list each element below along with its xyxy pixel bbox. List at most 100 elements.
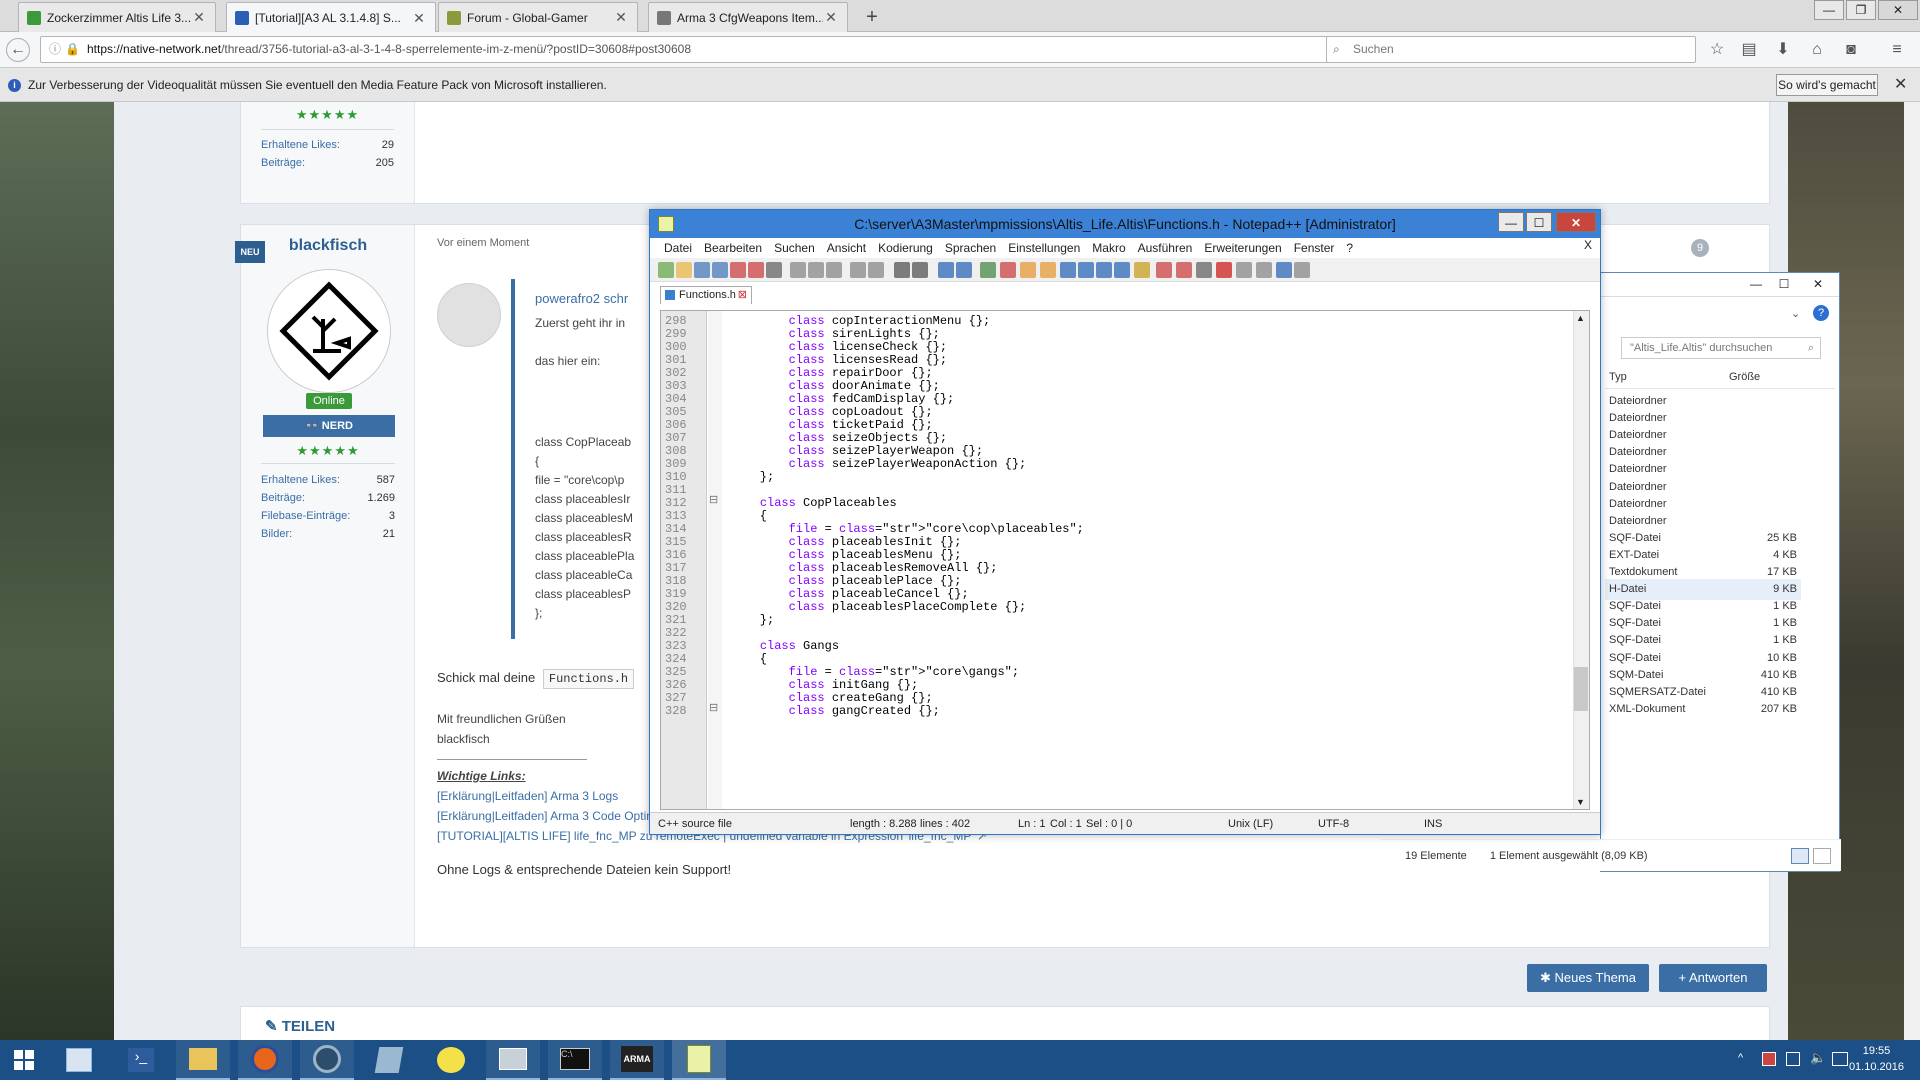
- monitor-icon[interactable]: [1134, 262, 1150, 278]
- npp-menu-item[interactable]: Fenster: [1288, 238, 1341, 258]
- close-tab-icon[interactable]: ⊠: [738, 287, 747, 303]
- taskbar-clock[interactable]: 19:55 01.10.2016: [1849, 1043, 1904, 1075]
- back-arrow-icon[interactable]: ←: [6, 38, 30, 62]
- paste-icon[interactable]: [826, 262, 842, 278]
- npp-tab-functions-h[interactable]: Functions.h ⊠: [660, 286, 752, 304]
- explorer-file-row[interactable]: XML-Dokument 207 KB: [1605, 699, 1801, 720]
- username-link[interactable]: blackfisch: [241, 237, 415, 255]
- share-heading[interactable]: ✎ TEILEN: [265, 1017, 335, 1035]
- page-scrollbar[interactable]: [1904, 102, 1920, 1040]
- fold-toggle-icon[interactable]: ⊟: [709, 701, 718, 714]
- save-icon[interactable]: [694, 262, 710, 278]
- tray-volume-icon[interactable]: 🔈: [1810, 1050, 1826, 1066]
- tray-keyboard-icon[interactable]: [1832, 1052, 1848, 1066]
- pocket-icon[interactable]: ◙: [1838, 38, 1864, 62]
- replace-icon[interactable]: [912, 262, 928, 278]
- tray-chevron-up-icon[interactable]: ^: [1738, 1052, 1743, 1064]
- close-icon[interactable]: [730, 262, 746, 278]
- run-macro-icon[interactable]: [1216, 262, 1232, 278]
- column-type[interactable]: Typ: [1609, 371, 1627, 383]
- spell-icon[interactable]: [1256, 262, 1272, 278]
- plugin-icon[interactable]: [1294, 262, 1310, 278]
- explorer-maximize-button[interactable]: ☐: [1771, 275, 1797, 293]
- stop-macro-icon[interactable]: [1176, 262, 1192, 278]
- new-topic-button[interactable]: ✱ Neues Thema: [1527, 964, 1649, 992]
- npp-menu-item[interactable]: Kodierung: [872, 238, 939, 258]
- npp-menu-item[interactable]: Erweiterungen: [1198, 238, 1287, 258]
- how-to-button[interactable]: So wird's gemacht: [1776, 74, 1878, 96]
- info-icon[interactable]: ⓘ: [49, 37, 61, 62]
- compare-icon[interactable]: [1276, 262, 1292, 278]
- zoom-in-icon[interactable]: [938, 262, 954, 278]
- reply-button[interactable]: + Antworten: [1659, 964, 1767, 992]
- folder-workspace-icon[interactable]: [1114, 262, 1130, 278]
- new-tab-button[interactable]: +: [858, 4, 886, 30]
- large-icons-view-icon[interactable]: [1813, 848, 1831, 864]
- close-document-icon[interactable]: X: [1584, 238, 1592, 252]
- taskbar-notepad-plus-plus[interactable]: [672, 1040, 726, 1080]
- npp-menu-item[interactable]: Makro: [1086, 238, 1131, 258]
- indent-guide-icon[interactable]: [1060, 262, 1076, 278]
- copy-icon[interactable]: [808, 262, 824, 278]
- home-icon[interactable]: ⌂: [1804, 38, 1830, 62]
- sync-h-icon[interactable]: [1000, 262, 1016, 278]
- scrollbar-thumb[interactable]: [1574, 667, 1588, 711]
- bookmark-star-icon[interactable]: ☆: [1704, 38, 1730, 62]
- taskbar-notepad[interactable]: [362, 1040, 416, 1080]
- chevron-down-icon[interactable]: ⌄: [1791, 307, 1800, 320]
- close-all-icon[interactable]: [748, 262, 764, 278]
- tray-network-icon[interactable]: [1786, 1052, 1800, 1066]
- explorer-search-input[interactable]: "Altis_Life.Altis" durchsuchen ⌕: [1621, 337, 1821, 359]
- details-view-icon[interactable]: [1791, 848, 1809, 864]
- save-all-icon[interactable]: [712, 262, 728, 278]
- npp-editor[interactable]: 298 class copInteractionMenu {}; 299 clas…: [660, 310, 1590, 810]
- close-tab-icon[interactable]: ✕: [823, 9, 839, 26]
- doc-map-icon[interactable]: [1078, 262, 1094, 278]
- npp-menu-item[interactable]: Datei: [658, 238, 698, 258]
- close-tab-icon[interactable]: ✕: [191, 9, 207, 26]
- npp-maximize-button[interactable]: ☐: [1526, 212, 1552, 232]
- scroll-up-icon[interactable]: ▲: [1576, 313, 1585, 323]
- print-icon[interactable]: [766, 262, 782, 278]
- help-icon[interactable]: ?: [1813, 305, 1829, 321]
- tab-tutorial[interactable]: [Tutorial][A3 AL 3.1.4.8] S... ✕: [226, 2, 436, 33]
- close-tab-icon[interactable]: ✕: [613, 9, 629, 26]
- post-number-badge[interactable]: 9: [1691, 239, 1709, 257]
- code-line[interactable]: 328 class gangCreated {};: [661, 703, 1561, 719]
- explorer-minimize-button[interactable]: —: [1743, 275, 1769, 293]
- taskbar-teamspeak[interactable]: [300, 1040, 354, 1080]
- window-restore-button[interactable]: ❐: [1846, 0, 1876, 20]
- npp-menu-item[interactable]: Ansicht: [821, 238, 872, 258]
- encoding[interactable]: UTF-8: [1318, 813, 1349, 835]
- post-time[interactable]: Vor einem Moment: [437, 237, 529, 249]
- column-size[interactable]: Größe: [1729, 371, 1760, 383]
- close-icon[interactable]: ✕: [1894, 68, 1907, 102]
- npp-menu-item[interactable]: Sprachen: [939, 238, 1002, 258]
- scroll-down-icon[interactable]: ▼: [1576, 797, 1585, 807]
- play-macro-icon[interactable]: [1196, 262, 1212, 278]
- search-input[interactable]: ⌕ Suchen: [1326, 36, 1696, 63]
- zoom-out-icon[interactable]: [956, 262, 972, 278]
- npp-menu-item[interactable]: Ausführen: [1132, 238, 1199, 258]
- reading-list-icon[interactable]: ▤: [1736, 38, 1762, 62]
- new-file-icon[interactable]: [658, 262, 674, 278]
- show-all-icon[interactable]: [1040, 262, 1056, 278]
- taskbar-cmd[interactable]: C:\: [548, 1040, 602, 1080]
- fold-toggle-icon[interactable]: ⊟: [709, 493, 718, 506]
- close-tab-icon[interactable]: ✕: [411, 10, 427, 27]
- url-bar[interactable]: ⓘ 🔒 https://native-network.net/thread/37…: [40, 36, 1352, 63]
- undo-icon[interactable]: [850, 262, 866, 278]
- function-list-icon[interactable]: [1096, 262, 1112, 278]
- editor-scrollbar[interactable]: ▲ ▼: [1573, 311, 1589, 809]
- save-macro-icon[interactable]: [1236, 262, 1252, 278]
- tab-cfgweapons[interactable]: Arma 3 CfgWeapons Item... ✕: [648, 2, 848, 32]
- taskbar-network-app[interactable]: [52, 1040, 106, 1080]
- taskbar-firefox[interactable]: [238, 1040, 292, 1080]
- npp-close-button[interactable]: ✕: [1556, 212, 1596, 232]
- taskbar-chat[interactable]: [424, 1040, 478, 1080]
- taskbar-explorer[interactable]: [176, 1040, 230, 1080]
- taskbar-powershell[interactable]: ›_: [114, 1040, 168, 1080]
- taskbar-arma[interactable]: ARMA: [610, 1040, 664, 1080]
- tab-zockerzimmer[interactable]: Zockerzimmer Altis Life 3.... ✕: [18, 2, 216, 32]
- npp-menu-item[interactable]: Einstellungen: [1002, 238, 1086, 258]
